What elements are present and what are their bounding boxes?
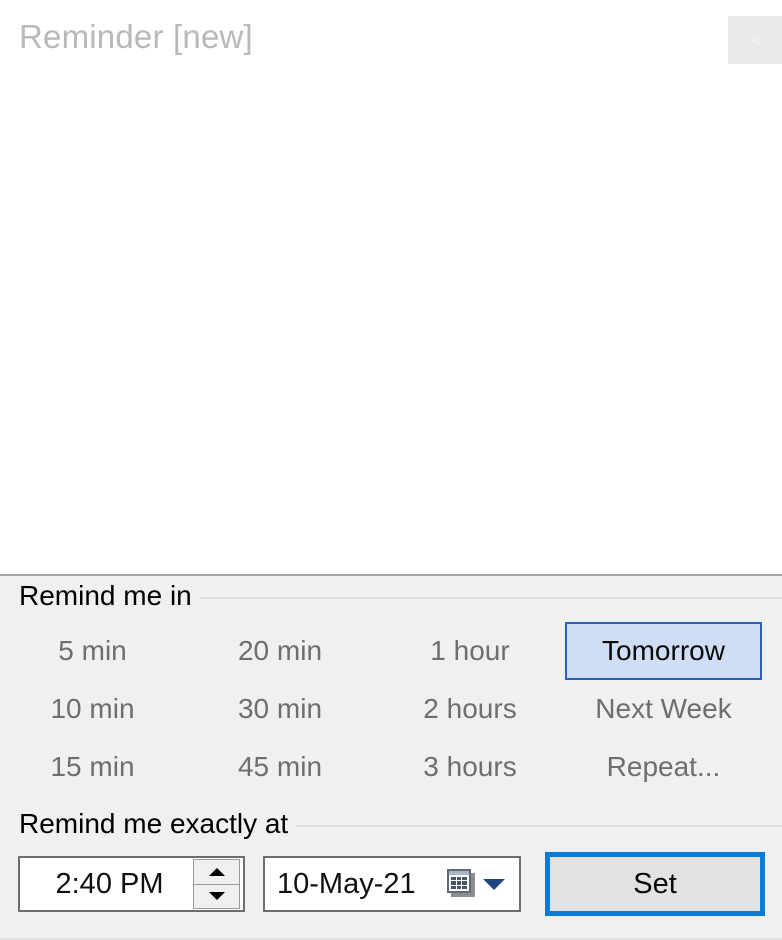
- close-button[interactable]: ×: [728, 16, 782, 64]
- remind-me-exactly-at-label: Remind me exactly at: [19, 808, 297, 840]
- quick-option-5-min[interactable]: 5 min: [0, 622, 185, 680]
- time-stepper[interactable]: [193, 859, 240, 909]
- reminder-options-panel: Remind me in 5 min 20 min 1 hour Tomorro…: [0, 574, 782, 940]
- arrow-down-icon[interactable]: [193, 883, 240, 909]
- date-value: 10-May-21: [277, 867, 416, 900]
- group-divider: [199, 597, 782, 599]
- window-title: Reminder [new]: [19, 18, 253, 55]
- quick-option-3-hours[interactable]: 3 hours: [375, 738, 565, 796]
- quick-option-2-hours[interactable]: 2 hours: [375, 680, 565, 738]
- quick-option-tomorrow[interactable]: Tomorrow: [565, 622, 762, 680]
- quick-option-20-min[interactable]: 20 min: [185, 622, 375, 680]
- title-bar: Reminder [new] ×: [0, 0, 782, 82]
- exact-time-row: 2:40 PM 10-May-21 Set: [0, 844, 782, 938]
- chevron-down-icon[interactable]: [483, 878, 505, 890]
- reminder-note-area[interactable]: [0, 82, 782, 574]
- quick-option-repeat[interactable]: Repeat...: [565, 738, 762, 796]
- group-divider: [296, 825, 782, 827]
- remind-me-in-header: Remind me in: [0, 576, 782, 616]
- close-icon: ×: [748, 28, 762, 52]
- arrow-up-icon[interactable]: [193, 859, 240, 884]
- quick-option-45-min[interactable]: 45 min: [185, 738, 375, 796]
- set-button[interactable]: Set: [545, 852, 765, 916]
- calendar-icon[interactable]: [447, 869, 477, 899]
- remind-me-exactly-at-header: Remind me exactly at: [0, 804, 782, 844]
- quick-option-1-hour[interactable]: 1 hour: [375, 622, 565, 680]
- time-value: 2:40 PM: [55, 867, 164, 900]
- quick-option-next-week[interactable]: Next Week: [565, 680, 762, 738]
- quick-option-15-min[interactable]: 15 min: [0, 738, 185, 796]
- reminder-dialog: Reminder [new] × Remind me in 5 min 20 m…: [0, 0, 782, 940]
- quick-option-10-min[interactable]: 10 min: [0, 680, 185, 738]
- remind-me-in-label: Remind me in: [19, 580, 200, 612]
- date-input[interactable]: 10-May-21: [263, 856, 521, 912]
- quick-options-grid: 5 min 20 min 1 hour Tomorrow 10 min 30 m…: [0, 616, 782, 804]
- time-input[interactable]: 2:40 PM: [18, 856, 245, 912]
- quick-option-30-min[interactable]: 30 min: [185, 680, 375, 738]
